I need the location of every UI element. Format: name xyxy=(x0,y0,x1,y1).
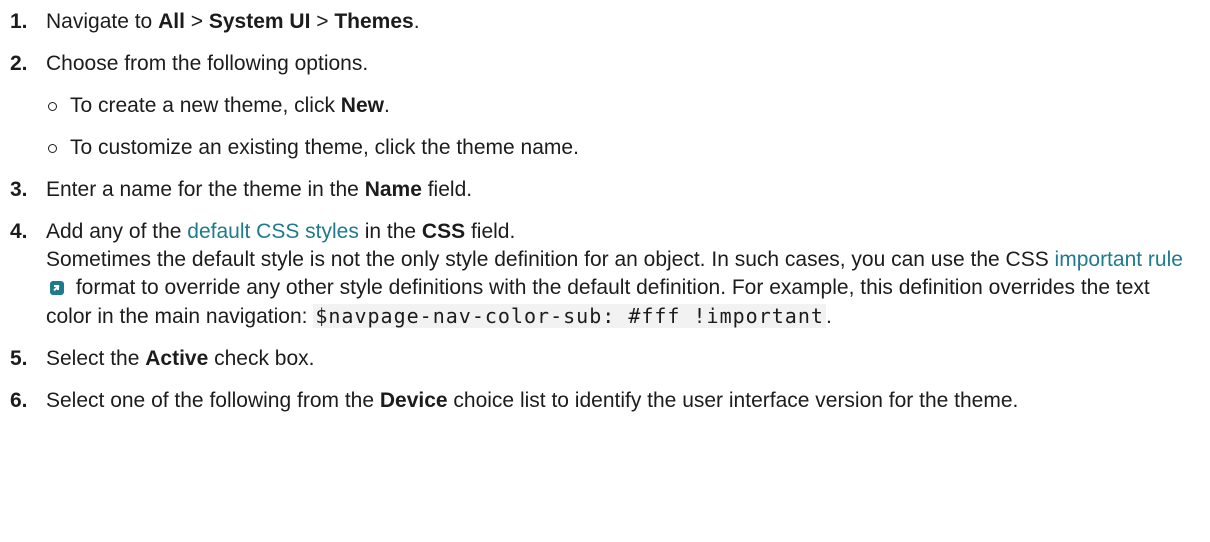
bullet-circle-icon xyxy=(48,144,57,153)
option-text-end: . xyxy=(383,94,390,117)
step-number: 6. xyxy=(10,389,28,412)
option-item-new: To create a new theme, click New. xyxy=(46,92,1200,120)
option-list: To create a new theme, click New. To cus… xyxy=(46,92,1200,162)
step-5: 5. Select the Active check box. xyxy=(8,345,1200,373)
step-3: 3. Enter a name for the theme in the Nam… xyxy=(8,176,1200,204)
option-text: To customize an existing theme, click th… xyxy=(70,136,579,159)
menu-system-ui: System UI xyxy=(208,10,311,33)
step-2: 2. Choose from the following options. To… xyxy=(8,50,1200,162)
step-number: 3. xyxy=(10,178,28,201)
menu-themes: Themes xyxy=(334,10,414,33)
step-text: Add any of the xyxy=(46,220,188,243)
step-text: Navigate to xyxy=(46,10,159,33)
external-link-icon[interactable] xyxy=(50,281,64,295)
procedure-steps: 1. Navigate to All > System UI > Themes.… xyxy=(8,8,1200,429)
option-text: To create a new theme, click xyxy=(70,94,341,117)
step-text-end: field. xyxy=(421,178,473,201)
menu-all: All xyxy=(158,10,185,33)
option-item-customize: To customize an existing theme, click th… xyxy=(46,134,1200,162)
step-number: 4. xyxy=(10,220,28,243)
step-6: 6. Select one of the following from the … xyxy=(8,387,1200,415)
step-text-end: choice list to identify the user interfa… xyxy=(447,389,1019,412)
new-label: New xyxy=(340,94,384,117)
bullet-circle-icon xyxy=(48,102,57,111)
note-text-end: . xyxy=(825,305,832,328)
step-number: 5. xyxy=(10,347,28,370)
step-text: Choose from the following options. xyxy=(46,52,369,75)
step-1: 1. Navigate to All > System UI > Themes. xyxy=(8,8,1200,36)
step-text: Select the xyxy=(46,347,146,370)
path-separator: > xyxy=(310,10,335,33)
step-text: Enter a name for the theme in the xyxy=(46,178,365,201)
step-number: 1. xyxy=(10,10,28,33)
active-checkbox-label: Active xyxy=(145,347,209,370)
step-text-end: field. xyxy=(465,220,516,243)
step-text-end: . xyxy=(413,10,420,33)
note-text: Sometimes the default style is not the o… xyxy=(46,248,1055,271)
step-text-mid: in the xyxy=(358,220,422,243)
step-4: 4. Add any of the default CSS styles in … xyxy=(8,218,1200,331)
important-rule-link[interactable]: important rule xyxy=(1055,248,1183,271)
css-field-label: CSS xyxy=(421,220,466,243)
step-number: 2. xyxy=(10,52,28,75)
path-separator: > xyxy=(184,10,209,33)
default-css-styles-link[interactable]: default CSS styles xyxy=(187,220,359,243)
step-text-end: check box. xyxy=(208,347,315,370)
name-field-label: Name xyxy=(364,178,422,201)
device-choice-label: Device xyxy=(379,389,448,412)
code-snippet: $navpage-nav-color-sub: #fff !important xyxy=(313,304,826,328)
step-text: Select one of the following from the xyxy=(46,389,380,412)
